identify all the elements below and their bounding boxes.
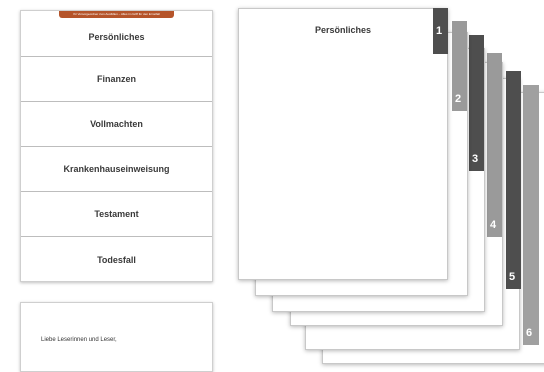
tab-1[interactable]: 1 (433, 8, 448, 54)
index-item-vollmachten[interactable]: Vollmachten (21, 102, 212, 147)
tab-6[interactable]: 6 (523, 85, 539, 345)
tab-number: 1 (436, 25, 443, 37)
index-card: Ihr Vorsorgeordner zum Ausfüllen – Alles… (20, 10, 213, 282)
tab-number: 2 (455, 93, 462, 105)
index-item-label: Krankenhauseinweisung (63, 164, 170, 174)
tab-number: 3 (472, 153, 479, 165)
index-item-label: Todesfall (97, 255, 136, 265)
index-item-testament[interactable]: Testament (21, 192, 212, 237)
tab-2[interactable]: 2 (452, 21, 467, 111)
tab-4[interactable]: 4 (487, 53, 502, 237)
index-item-krankenhauseinweisung[interactable]: Krankenhauseinweisung (21, 147, 212, 192)
index-item-label: Testament (94, 209, 139, 219)
index-item-todesfall[interactable]: Todesfall (21, 237, 212, 283)
tab-3[interactable]: 3 (469, 35, 484, 171)
index-item-persoenliches[interactable]: Persönliches (21, 11, 212, 57)
page-title: Persönliches (314, 25, 372, 35)
tab-number: 4 (490, 219, 497, 231)
tab-number: 6 (526, 327, 533, 339)
index-item-label: Finanzen (96, 74, 136, 84)
tab-5[interactable]: 5 (506, 71, 521, 289)
letter-card: Liebe Leserinnen und Leser, (20, 302, 213, 372)
index-item-label: Vollmachten (90, 119, 143, 129)
front-page: Persönliches 1 (238, 8, 448, 280)
index-item-finanzen[interactable]: Finanzen (21, 57, 212, 102)
tab-number: 5 (509, 271, 516, 283)
letter-greeting: Liebe Leserinnen und Leser, (41, 337, 117, 343)
index-item-label: Persönliches (88, 31, 145, 42)
